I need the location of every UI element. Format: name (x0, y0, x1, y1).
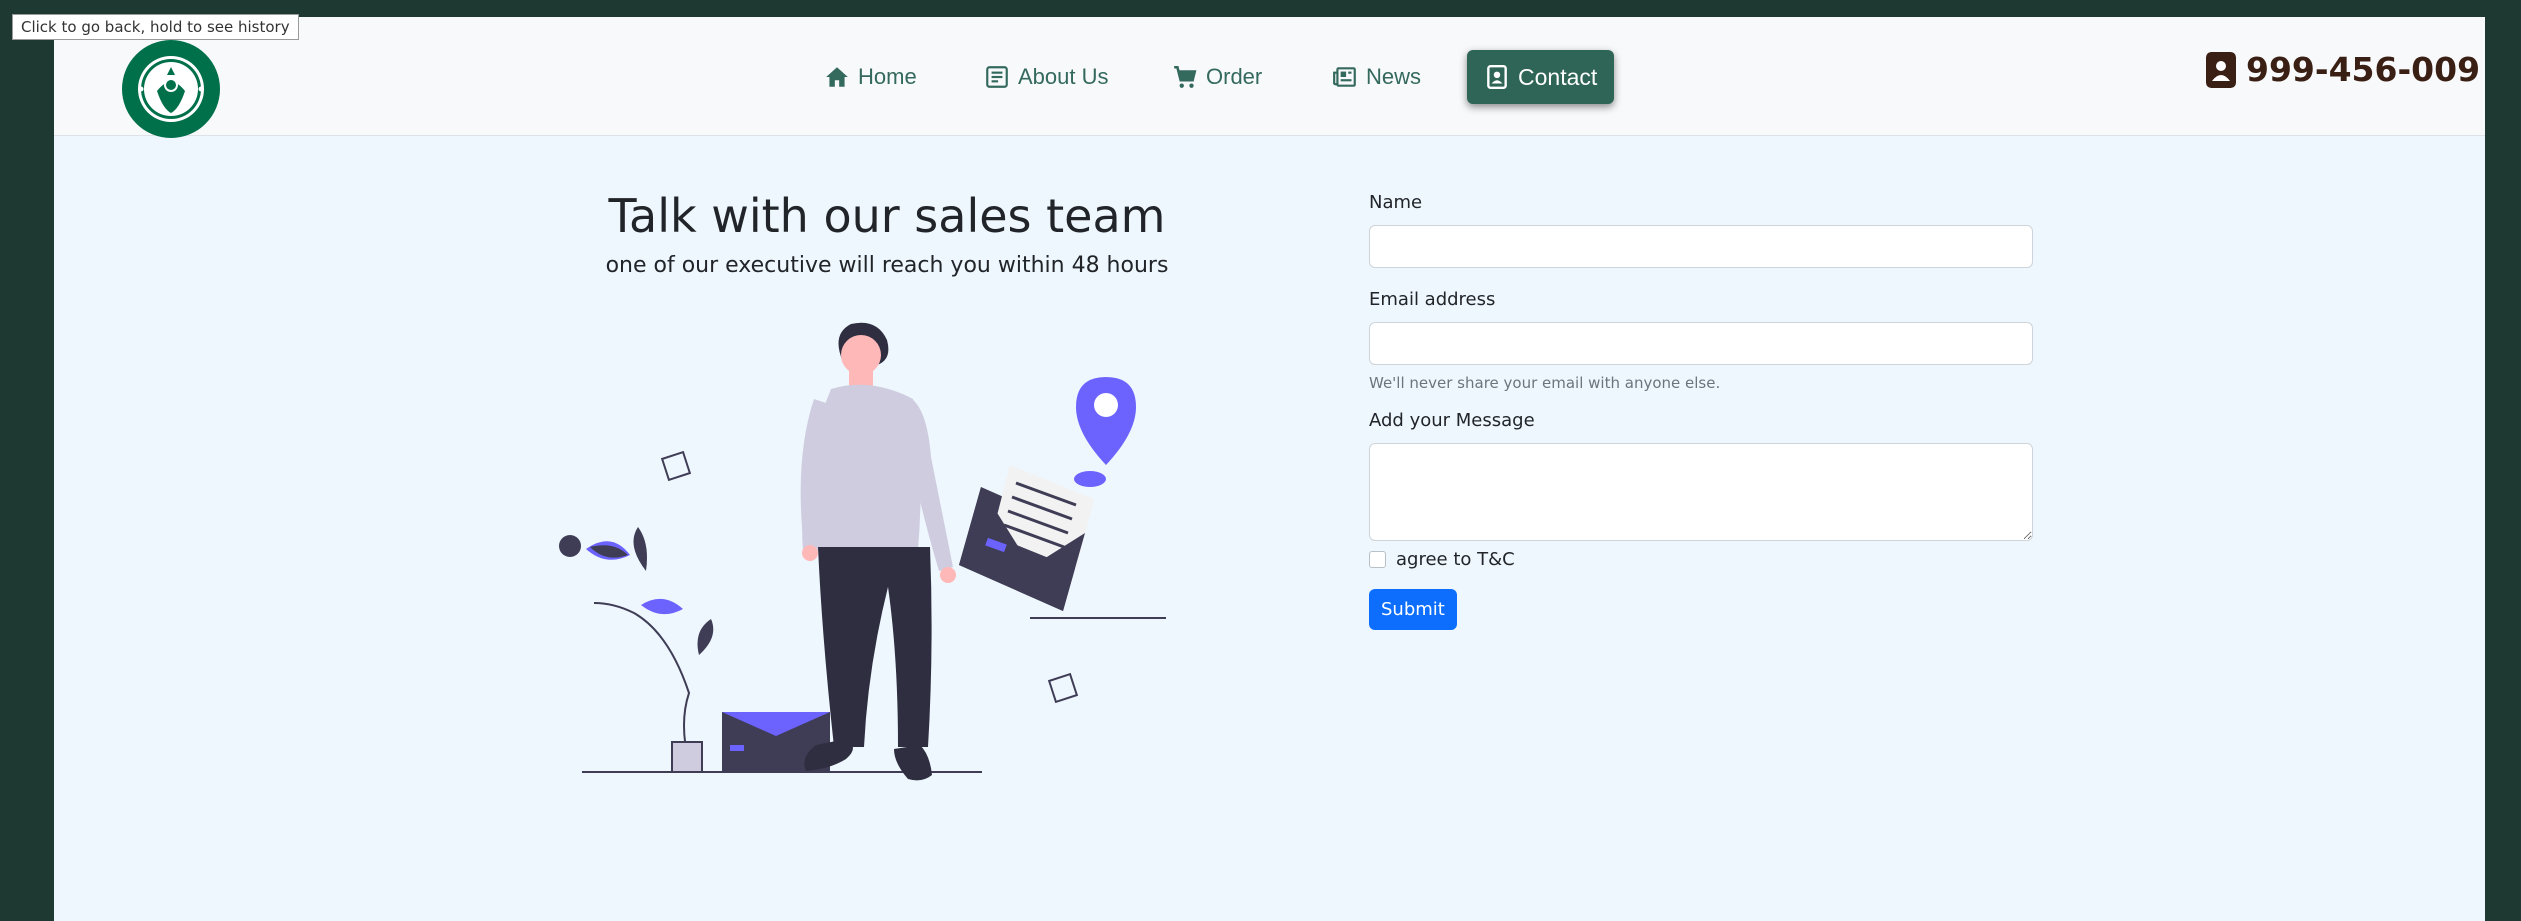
nav-label: Order (1206, 64, 1263, 89)
nav-about-us[interactable]: About Us (984, 50, 1109, 104)
nav-news[interactable]: News (1332, 50, 1421, 104)
message-label: Add your Message (1369, 410, 1535, 431)
terms-checkbox[interactable] (1369, 551, 1386, 568)
name-label: Name (1369, 192, 1423, 213)
nav-home[interactable]: Home (824, 50, 917, 104)
home-icon (826, 67, 848, 87)
email-help-text: We'll never share your email with anyone… (1369, 374, 1721, 392)
nav-label: News (1366, 64, 1422, 89)
contact-card-icon (2206, 51, 2236, 88)
name-field[interactable] (1369, 225, 2033, 268)
cart-icon (1174, 65, 1197, 88)
main-nav: Home About Us Order News Contact (54, 50, 2485, 104)
back-button-tooltip: Click to go back, hold to see history (12, 14, 299, 40)
nav-contact[interactable]: Contact (1467, 50, 1615, 104)
phone-text: 999-456-009 (2246, 50, 2481, 89)
hero-title: Talk with our sales team (608, 189, 1166, 243)
newspaper-icon (986, 66, 1008, 88)
terms-label[interactable]: agree to T&C (1396, 549, 1515, 570)
hero-subtitle: one of our executive will reach you with… (605, 253, 1169, 278)
newspaper-icon (1333, 67, 1356, 87)
contact-illustration (559, 322, 1166, 781)
contact-card-icon (1487, 64, 1507, 90)
nav-order[interactable]: Order (1172, 50, 1262, 104)
nav-label: Contact (1518, 63, 1598, 90)
nav-label: About Us (1018, 64, 1109, 89)
email-label: Email address (1369, 289, 1496, 310)
contact-form: Name Email address We'll never share you… (1369, 192, 2033, 630)
phone-number: 999-456-009 (2206, 50, 2480, 89)
message-field[interactable] (1369, 443, 2033, 541)
nav-label: Home (858, 64, 917, 89)
navbar: Home About Us Order News Contact 999-456… (54, 17, 2485, 138)
page: Home About Us Order News Contact 999-456… (54, 17, 2485, 921)
email-field[interactable] (1369, 322, 2033, 365)
submit-button[interactable]: Submit (1369, 589, 1457, 630)
terms-row: agree to T&C (1369, 549, 2033, 570)
